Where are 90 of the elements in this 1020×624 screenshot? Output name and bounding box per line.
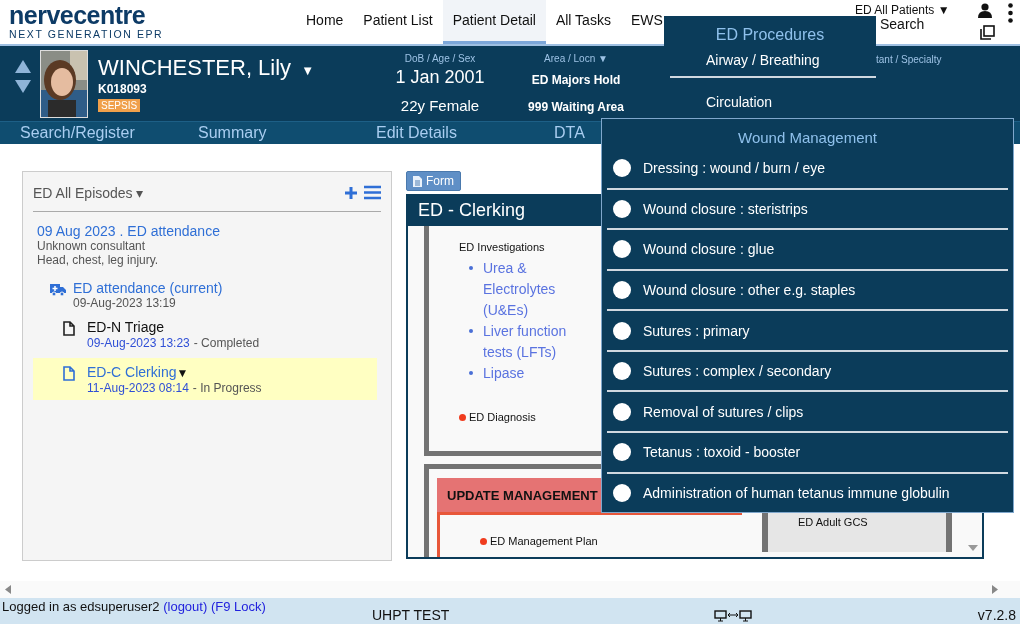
menu-item[interactable]: Circulation xyxy=(670,86,876,118)
episodes-filter-dropdown[interactable]: ED All Episodes ▾ xyxy=(33,184,338,201)
scroll-right-icon[interactable] xyxy=(992,585,998,594)
patient-menu-caret[interactable]: ▼ xyxy=(301,63,314,78)
more-icon[interactable] xyxy=(1008,3,1013,23)
section-heading: ED Adult GCS xyxy=(798,516,868,528)
required-dot-icon xyxy=(459,413,466,421)
logout-link[interactable]: (logout) xyxy=(163,599,208,614)
radio-button[interactable] xyxy=(613,199,631,218)
menu-option[interactable]: Sutures : complex / secondary xyxy=(607,351,1008,393)
bullet-icon xyxy=(469,266,473,270)
menu-option[interactable]: Wound closure : other e.g. staples xyxy=(607,270,1008,312)
document-date: 09-Aug-2023 13:23 xyxy=(87,336,190,350)
field-value: 22y Female xyxy=(400,97,480,114)
investigation-link[interactable]: Lipase xyxy=(483,363,525,384)
logo-wordmark: nervecentre xyxy=(9,2,147,28)
menu-item[interactable]: Airway / Breathing xyxy=(670,44,876,78)
site-name: UHPT TEST xyxy=(372,607,450,623)
nav-tab[interactable]: Home xyxy=(296,0,354,44)
field-value: 999 Waiting Area xyxy=(528,100,624,114)
radio-button[interactable] xyxy=(613,402,631,421)
scroll-left-icon[interactable] xyxy=(5,585,11,594)
menu-option[interactable]: Sutures : primary xyxy=(607,311,1008,352)
windows-icon[interactable] xyxy=(980,25,995,40)
lock-link[interactable]: (F9 Lock) xyxy=(210,599,266,614)
menu-option[interactable]: Dressing : wound / burn / eye xyxy=(607,149,1008,190)
investigation-link[interactable]: Liver function tests (LFTs) xyxy=(483,321,599,363)
patient-list-dropdown[interactable]: ED All Patients ▼ xyxy=(855,3,950,17)
add-icon[interactable] xyxy=(344,185,358,200)
patient-number: K018093 xyxy=(98,82,147,96)
logo-tagline: NEXT GENERATION EPR xyxy=(9,28,165,40)
encounter-date: 09-Aug-2023 13:19 xyxy=(73,296,177,310)
previous-patient-icon[interactable] xyxy=(15,60,31,73)
menu-option[interactable]: Removal of sutures / clips xyxy=(607,392,1008,433)
section-heading: ED Diagnosis xyxy=(469,411,536,423)
field-label: tant / Specialty xyxy=(876,54,942,65)
user-icon[interactable] xyxy=(978,3,992,18)
document-status: - Completed xyxy=(193,336,260,350)
menu-option[interactable]: Tetanus : toxoid - booster xyxy=(607,432,1008,474)
radio-button[interactable] xyxy=(613,280,631,299)
document-row[interactable]: ED-N Triage 09-Aug-2023 13:23 - Completed xyxy=(33,313,377,355)
nav-tab[interactable]: Patient Detail xyxy=(442,0,546,44)
next-patient-icon[interactable] xyxy=(15,80,31,93)
document-title: ED-N Triage xyxy=(87,319,165,335)
document-title: ED-C Clerking xyxy=(87,364,177,380)
menu-option[interactable]: Wound closure : steristrips xyxy=(607,189,1008,231)
action-tab[interactable]: Search/Register xyxy=(0,124,178,142)
menu-option[interactable]: Wound closure : glue xyxy=(607,230,1008,271)
form-icon xyxy=(413,175,422,187)
document-icon xyxy=(63,366,75,381)
field-value: ED Majors Hold xyxy=(531,73,621,87)
patient-name: WINCHESTER, Lily xyxy=(98,55,292,81)
menu-icon[interactable] xyxy=(364,185,381,200)
menu-heading: Wound Management xyxy=(738,129,877,146)
encounter-link[interactable]: ED attendance (current) xyxy=(73,280,223,296)
document-icon xyxy=(63,321,75,336)
document-date: 11-Aug-2023 08:14 xyxy=(87,381,189,395)
field-value: 1 Jan 2001 xyxy=(395,67,485,88)
investigation-link[interactable]: Urea & Electrolytes (U&Es) xyxy=(483,258,599,321)
radio-button[interactable] xyxy=(613,240,631,259)
radio-button[interactable] xyxy=(613,321,631,340)
section-heading: ED Management Plan xyxy=(490,535,598,547)
required-dot-icon xyxy=(480,537,487,545)
document-caret[interactable]: ▼ xyxy=(176,366,189,380)
document-status: - In Progress xyxy=(192,381,262,395)
section-heading: ED Investigations xyxy=(459,241,545,253)
bullet-icon xyxy=(469,371,473,375)
nav-tab[interactable]: All Tasks xyxy=(545,0,621,44)
episode-link[interactable]: 09 Aug 2023 . ED attendance xyxy=(37,223,220,239)
alert-badge: SEPSIS xyxy=(98,99,141,112)
field-label: Area / Locn ▼ xyxy=(544,53,608,64)
login-text: Logged in as edsuperuser2 xyxy=(2,599,160,614)
radio-button[interactable] xyxy=(613,159,631,178)
action-tab[interactable]: Summary xyxy=(178,124,356,142)
version-label: v7.2.8 xyxy=(977,607,1017,623)
radio-button[interactable] xyxy=(613,443,631,462)
radio-button[interactable] xyxy=(613,483,631,502)
radio-button[interactable] xyxy=(613,362,631,381)
nav-tab[interactable]: Patient List xyxy=(353,0,443,44)
search-link[interactable]: Search xyxy=(880,17,925,31)
ambulance-icon xyxy=(50,283,66,296)
menu-heading: ED Procedures xyxy=(715,26,825,44)
episode-detail: Unknown consultant xyxy=(37,239,146,253)
action-tab[interactable]: Edit Details xyxy=(356,124,534,142)
dual-screen-icon[interactable] xyxy=(714,610,752,622)
field-label: DoB / Age / Sex xyxy=(404,53,476,64)
document-row[interactable]: ED-C Clerking▼ 11-Aug-2023 08:14 - In Progress xyxy=(33,358,377,400)
scroll-down-icon[interactable] xyxy=(968,545,978,551)
episode-detail: Head, chest, leg injury. xyxy=(37,253,159,267)
bullet-icon xyxy=(469,329,473,333)
